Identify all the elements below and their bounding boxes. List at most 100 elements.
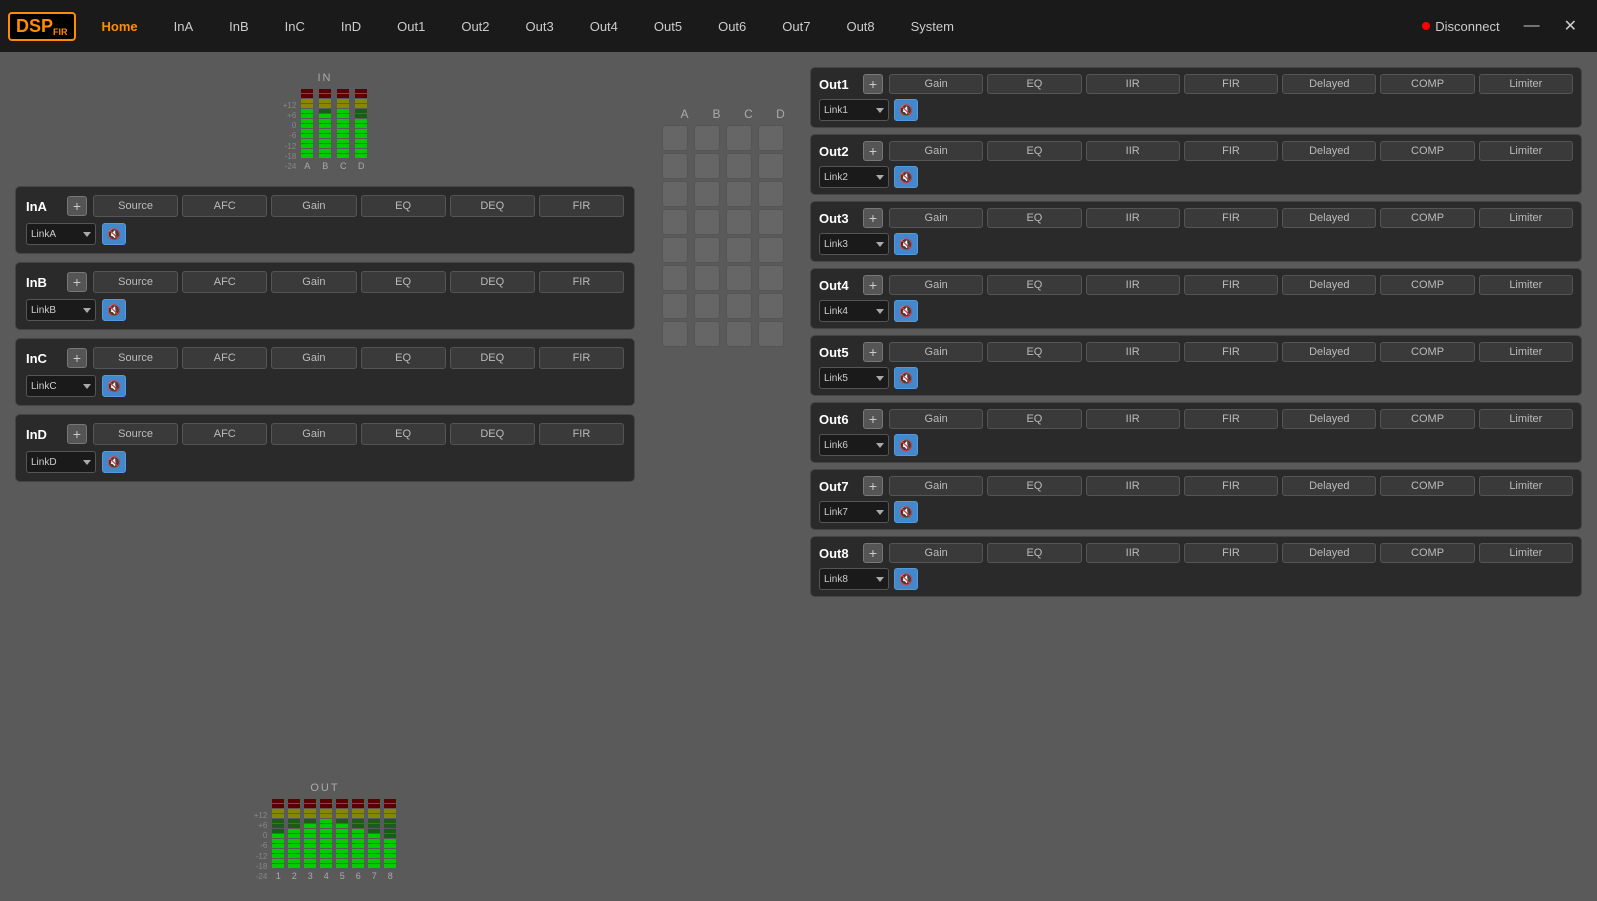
matrix-cell-4-0[interactable]	[662, 237, 688, 263]
matrix-cell-5-2[interactable]	[726, 265, 752, 291]
proc-btn-ina-source[interactable]: Source	[93, 195, 178, 217]
proc-btn-inb-gain[interactable]: Gain	[271, 271, 356, 293]
minimize-button[interactable]: —	[1512, 13, 1552, 39]
out-mute-btn-out1[interactable]: 🔇	[894, 99, 918, 121]
out-proc-btn-out6-fir[interactable]: FIR	[1184, 409, 1278, 429]
nav-tab-out3[interactable]: Out3	[508, 11, 572, 42]
out-link-select-out3[interactable]: Link1Link2Link3Link4Link5Link6Link7Link8…	[819, 233, 889, 255]
out-proc-btn-out3-gain[interactable]: Gain	[889, 208, 983, 228]
out-proc-btn-out2-limiter[interactable]: Limiter	[1479, 141, 1573, 161]
out-proc-btn-out4-delayed[interactable]: Delayed	[1282, 275, 1376, 295]
out-proc-btn-out6-gain[interactable]: Gain	[889, 409, 983, 429]
proc-btn-ina-afc[interactable]: AFC	[182, 195, 267, 217]
nav-tab-out2[interactable]: Out2	[443, 11, 507, 42]
matrix-cell-6-1[interactable]	[694, 293, 720, 319]
proc-btn-ina-gain[interactable]: Gain	[271, 195, 356, 217]
out-proc-btn-out8-gain[interactable]: Gain	[889, 543, 983, 563]
matrix-cell-0-3[interactable]	[758, 125, 784, 151]
out-proc-btn-out4-limiter[interactable]: Limiter	[1479, 275, 1573, 295]
out-proc-btn-out6-eq[interactable]: EQ	[987, 409, 1081, 429]
matrix-cell-1-3[interactable]	[758, 153, 784, 179]
out-proc-btn-out8-eq[interactable]: EQ	[987, 543, 1081, 563]
proc-btn-ind-deq[interactable]: DEQ	[450, 423, 535, 445]
nav-tab-out8[interactable]: Out8	[828, 11, 892, 42]
out-plus-out7[interactable]: +	[863, 476, 883, 496]
out-proc-btn-out4-eq[interactable]: EQ	[987, 275, 1081, 295]
out-proc-btn-out1-iir[interactable]: IIR	[1086, 74, 1180, 94]
matrix-cell-7-2[interactable]	[726, 321, 752, 347]
proc-btn-ina-deq[interactable]: DEQ	[450, 195, 535, 217]
strip-plus-ind[interactable]: +	[67, 424, 87, 444]
out-proc-btn-out6-delayed[interactable]: Delayed	[1282, 409, 1376, 429]
proc-btn-inc-deq[interactable]: DEQ	[450, 347, 535, 369]
out-mute-btn-out8[interactable]: 🔇	[894, 568, 918, 590]
out-mute-btn-out4[interactable]: 🔇	[894, 300, 918, 322]
out-link-select-out1[interactable]: Link1Link2Link3Link4Link5Link6Link7Link8…	[819, 99, 889, 121]
matrix-cell-5-3[interactable]	[758, 265, 784, 291]
out-proc-btn-out5-eq[interactable]: EQ	[987, 342, 1081, 362]
out-link-select-out6[interactable]: Link1Link2Link3Link4Link5Link6Link7Link8…	[819, 434, 889, 456]
matrix-cell-2-1[interactable]	[694, 181, 720, 207]
out-proc-btn-out1-fir[interactable]: FIR	[1184, 74, 1278, 94]
out-link-select-out7[interactable]: Link1Link2Link3Link4Link5Link6Link7Link8…	[819, 501, 889, 523]
matrix-cell-7-1[interactable]	[694, 321, 720, 347]
proc-btn-inc-fir[interactable]: FIR	[539, 347, 624, 369]
nav-tab-out6[interactable]: Out6	[700, 11, 764, 42]
matrix-cell-6-0[interactable]	[662, 293, 688, 319]
out-proc-btn-out5-comp[interactable]: COMP	[1380, 342, 1474, 362]
matrix-cell-3-3[interactable]	[758, 209, 784, 235]
out-proc-btn-out4-fir[interactable]: FIR	[1184, 275, 1278, 295]
out-plus-out1[interactable]: +	[863, 74, 883, 94]
matrix-cell-5-0[interactable]	[662, 265, 688, 291]
link-select-ina[interactable]: LinkANoneLinkB	[26, 223, 96, 245]
out-plus-out8[interactable]: +	[863, 543, 883, 563]
out-proc-btn-out1-delayed[interactable]: Delayed	[1282, 74, 1376, 94]
proc-btn-inb-fir[interactable]: FIR	[539, 271, 624, 293]
matrix-cell-1-1[interactable]	[694, 153, 720, 179]
nav-tab-home[interactable]: Home	[84, 11, 156, 42]
nav-tab-out4[interactable]: Out4	[572, 11, 636, 42]
out-proc-btn-out3-limiter[interactable]: Limiter	[1479, 208, 1573, 228]
matrix-cell-1-0[interactable]	[662, 153, 688, 179]
out-proc-btn-out7-gain[interactable]: Gain	[889, 476, 983, 496]
proc-btn-inc-eq[interactable]: EQ	[361, 347, 446, 369]
matrix-cell-3-1[interactable]	[694, 209, 720, 235]
out-proc-btn-out7-eq[interactable]: EQ	[987, 476, 1081, 496]
mute-btn-inb[interactable]: 🔇	[102, 299, 126, 321]
out-proc-btn-out2-comp[interactable]: COMP	[1380, 141, 1474, 161]
proc-btn-inb-deq[interactable]: DEQ	[450, 271, 535, 293]
out-proc-btn-out4-iir[interactable]: IIR	[1086, 275, 1180, 295]
out-proc-btn-out8-delayed[interactable]: Delayed	[1282, 543, 1376, 563]
out-link-select-out5[interactable]: Link1Link2Link3Link4Link5Link6Link7Link8…	[819, 367, 889, 389]
proc-btn-inc-source[interactable]: Source	[93, 347, 178, 369]
out-proc-btn-out8-limiter[interactable]: Limiter	[1479, 543, 1573, 563]
matrix-cell-7-0[interactable]	[662, 321, 688, 347]
out-plus-out3[interactable]: +	[863, 208, 883, 228]
matrix-cell-7-3[interactable]	[758, 321, 784, 347]
out-proc-btn-out1-eq[interactable]: EQ	[987, 74, 1081, 94]
nav-tab-out5[interactable]: Out5	[636, 11, 700, 42]
matrix-cell-3-0[interactable]	[662, 209, 688, 235]
out-proc-btn-out5-gain[interactable]: Gain	[889, 342, 983, 362]
link-select-ind[interactable]: LinkDNone	[26, 451, 96, 473]
proc-btn-ind-afc[interactable]: AFC	[182, 423, 267, 445]
out-link-select-out4[interactable]: Link1Link2Link3Link4Link5Link6Link7Link8…	[819, 300, 889, 322]
matrix-cell-1-2[interactable]	[726, 153, 752, 179]
proc-btn-inb-eq[interactable]: EQ	[361, 271, 446, 293]
mute-btn-inc[interactable]: 🔇	[102, 375, 126, 397]
out-proc-btn-out6-iir[interactable]: IIR	[1086, 409, 1180, 429]
matrix-cell-5-1[interactable]	[694, 265, 720, 291]
strip-plus-ina[interactable]: +	[67, 196, 87, 216]
mute-btn-ina[interactable]: 🔇	[102, 223, 126, 245]
proc-btn-ind-fir[interactable]: FIR	[539, 423, 624, 445]
close-button[interactable]: ✕	[1552, 12, 1589, 40]
matrix-cell-2-2[interactable]	[726, 181, 752, 207]
out-proc-btn-out3-iir[interactable]: IIR	[1086, 208, 1180, 228]
out-proc-btn-out3-comp[interactable]: COMP	[1380, 208, 1474, 228]
out-proc-btn-out8-comp[interactable]: COMP	[1380, 543, 1474, 563]
out-mute-btn-out3[interactable]: 🔇	[894, 233, 918, 255]
out-proc-btn-out6-limiter[interactable]: Limiter	[1479, 409, 1573, 429]
matrix-cell-4-3[interactable]	[758, 237, 784, 263]
out-plus-out4[interactable]: +	[863, 275, 883, 295]
out-proc-btn-out7-comp[interactable]: COMP	[1380, 476, 1474, 496]
